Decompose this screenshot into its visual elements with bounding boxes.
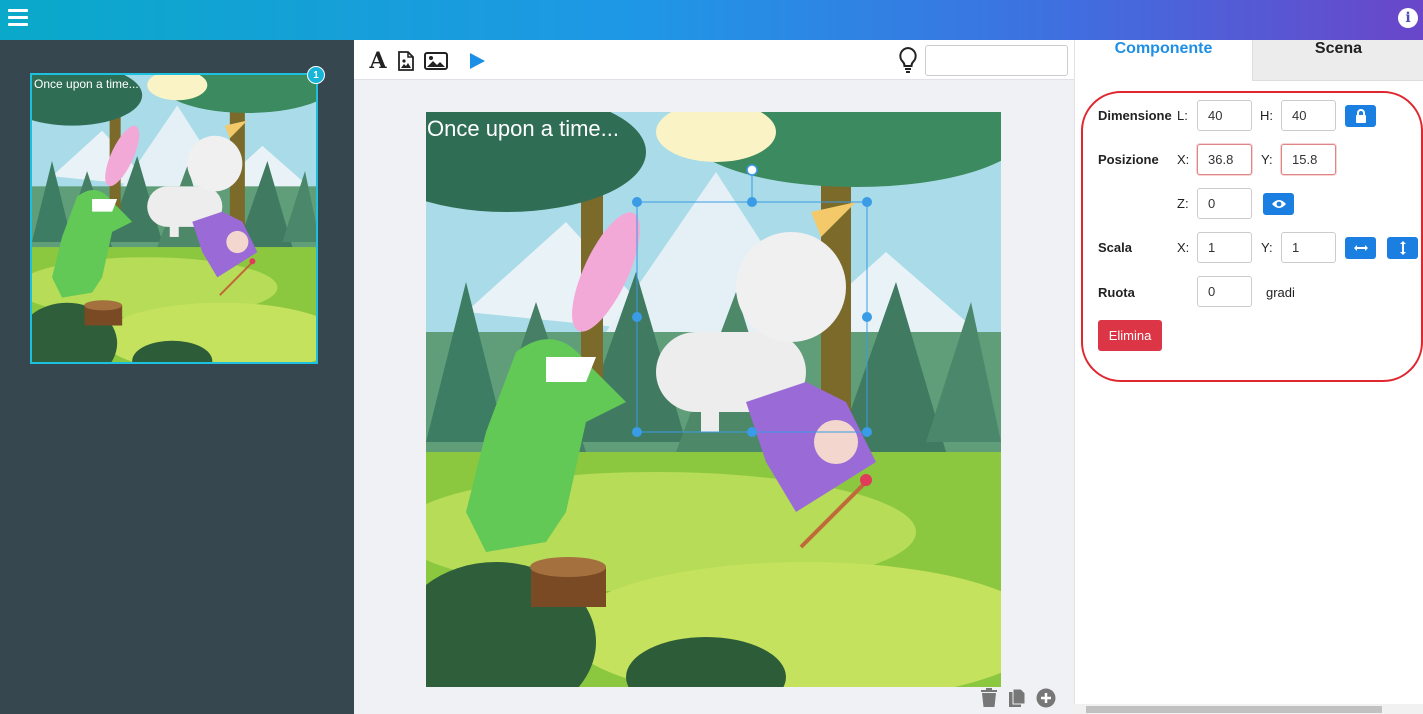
arrows-vertical-icon [1399, 241, 1406, 255]
eye-icon [1271, 200, 1286, 208]
scale-y-label: Y: [1261, 240, 1273, 255]
pos-y-label: Y: [1261, 152, 1273, 167]
pos-z-label: Z: [1177, 196, 1189, 211]
app-header: i [0, 0, 1423, 40]
scene-caption-text[interactable]: Once upon a time... [427, 116, 619, 142]
posizione-label: Posizione [1098, 152, 1159, 167]
image-icon[interactable] [423, 49, 449, 73]
rotation-field[interactable]: 0 [1197, 276, 1252, 307]
scala-label: Scala [1098, 240, 1132, 255]
height-label: H: [1260, 108, 1273, 123]
ruota-label: Ruota [1098, 285, 1135, 300]
dimensione-label: Dimensione [1098, 108, 1172, 123]
hamburger-menu-button[interactable] [8, 9, 28, 27]
plus-circle-icon[interactable] [1036, 688, 1056, 710]
editor-area: A Once upon a time... [354, 40, 1074, 714]
scene-list-panel: Once upon a time... 1 [0, 40, 354, 714]
play-icon[interactable] [467, 49, 487, 73]
pos-z-field[interactable]: 0 [1197, 188, 1252, 219]
properties-panel: Componente Scena [1074, 40, 1423, 714]
scene-actions [980, 688, 1056, 710]
lock-icon [1355, 109, 1366, 123]
scale-y-field[interactable]: 1 [1281, 232, 1336, 263]
trash-icon[interactable] [980, 688, 998, 710]
document-image-icon[interactable] [396, 49, 416, 73]
scene-canvas[interactable]: Once upon a time... [426, 112, 1001, 687]
visibility-button[interactable] [1263, 193, 1294, 215]
pos-y-field[interactable]: 15.8 [1281, 144, 1336, 175]
scale-x-label: X: [1177, 240, 1190, 255]
editor-toolbar: A [354, 40, 1074, 80]
horizontal-scrollbar[interactable] [1074, 704, 1423, 714]
scrollbar-thumb[interactable] [1086, 706, 1382, 713]
pos-x-label: X: [1177, 152, 1190, 167]
scene-number-badge: 1 [307, 66, 325, 84]
arrows-horizontal-icon [1353, 245, 1368, 251]
pos-x-field[interactable]: 36.8 [1197, 144, 1252, 175]
thumbnail-caption: Once upon a time... [34, 77, 139, 91]
scene-illustration-thumb [32, 75, 316, 362]
scale-x-field[interactable]: 1 [1197, 232, 1252, 263]
rotation-unit: gradi [1266, 285, 1295, 300]
lock-ratio-button[interactable] [1345, 105, 1376, 127]
tab-componente[interactable]: Componente [1075, 40, 1252, 81]
toolbar-text-field[interactable] [925, 45, 1068, 76]
flip-vertical-button[interactable] [1387, 237, 1418, 259]
properties-tabs: Componente Scena [1075, 40, 1423, 81]
width-label: L: [1177, 108, 1188, 123]
width-field[interactable]: 40 [1197, 100, 1252, 131]
info-icon[interactable]: i [1398, 8, 1418, 28]
lightbulb-icon[interactable] [897, 46, 919, 74]
scene-illustration [426, 112, 1001, 687]
scene-thumbnail[interactable]: Once upon a time... [30, 73, 318, 364]
delete-component-button[interactable]: Elimina [1098, 320, 1162, 351]
height-field[interactable]: 40 [1281, 100, 1336, 131]
copy-icon[interactable] [1008, 688, 1026, 710]
flip-horizontal-button[interactable] [1345, 237, 1376, 259]
text-tool-icon[interactable]: A [369, 48, 387, 74]
tab-scena[interactable]: Scena [1252, 40, 1423, 81]
